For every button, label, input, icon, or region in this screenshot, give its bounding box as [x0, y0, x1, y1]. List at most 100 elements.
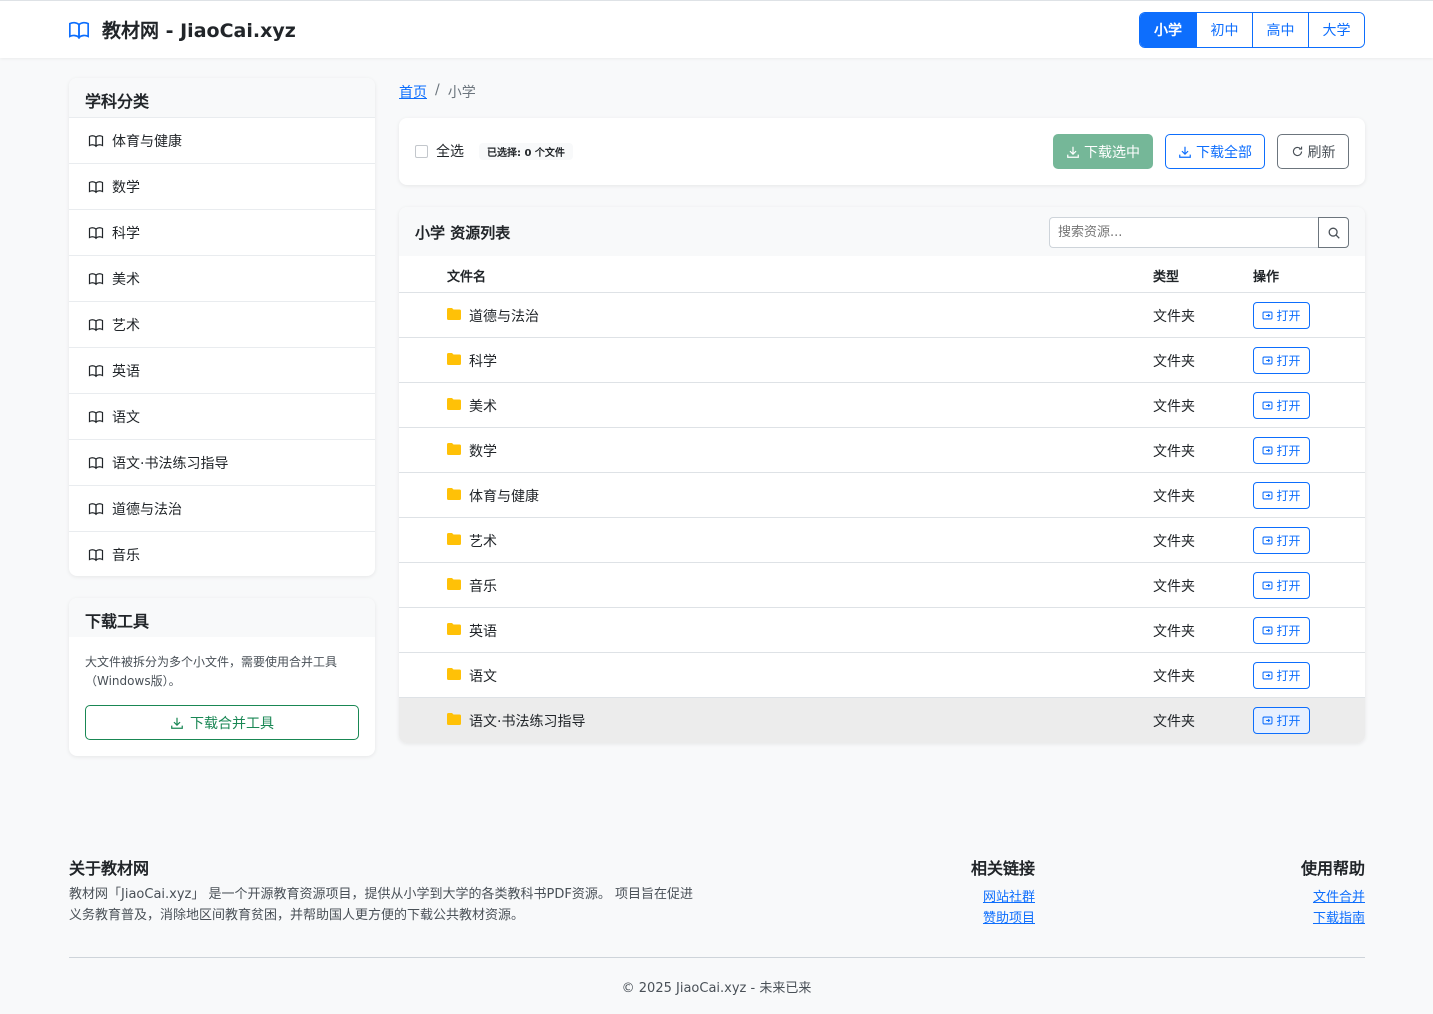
table-row[interactable]: 语文·书法练习指导 文件夹 打开: [399, 698, 1365, 743]
subjects-title: 学科分类: [69, 78, 375, 117]
footer-about-title: 关于教材网: [69, 859, 150, 878]
table-row[interactable]: 数学 文件夹 打开: [399, 428, 1365, 473]
sidebar-subject-item[interactable]: 科学: [69, 209, 375, 255]
action-toolbar: 全选 已选择: 0 个文件 下载选中 下载全部 刷新: [399, 118, 1365, 185]
search-box: [1049, 217, 1349, 248]
tools-title: 下载工具: [69, 598, 375, 637]
download-selected-button[interactable]: 下载选中: [1053, 134, 1153, 169]
search-button[interactable]: [1318, 217, 1349, 248]
selected-count-badge: 已选择: 0 个文件: [479, 143, 573, 160]
footer-link-sponsor[interactable]: 赞助项目: [983, 907, 1035, 926]
sidebar-subject-item[interactable]: 语文·书法练习指导: [69, 439, 375, 485]
table-row[interactable]: 艺术 文件夹 打开: [399, 518, 1365, 563]
footer-help-title: 使用帮助: [1301, 859, 1366, 878]
file-name[interactable]: 数学: [469, 441, 497, 461]
open-button[interactable]: 打开: [1253, 347, 1310, 374]
table-row[interactable]: 科学 文件夹 打开: [399, 338, 1365, 383]
footer-link-download-guide[interactable]: 下载指南: [1313, 907, 1365, 926]
footer-link-file-merge[interactable]: 文件合并: [1313, 886, 1365, 905]
sidebar-subject-item[interactable]: 道德与法治: [69, 485, 375, 531]
open-folder-icon: [1263, 626, 1273, 635]
open-button-label: 打开: [1276, 624, 1301, 638]
merge-button-label: 下载合并工具: [190, 715, 274, 732]
sidebar-subject-item[interactable]: 语文: [69, 393, 375, 439]
open-button[interactable]: 打开: [1253, 617, 1310, 644]
open-button[interactable]: 打开: [1253, 437, 1310, 464]
file-name[interactable]: 科学: [469, 351, 497, 371]
sidebar-subject-label: 艺术: [112, 317, 140, 334]
file-name[interactable]: 语文·书法练习指导: [469, 711, 585, 731]
subjects-card: 学科分类 体育与健康数学科学美术艺术英语语文语文·书法练习指导道德与法治 音乐: [69, 78, 375, 576]
file-type: 文件夹: [1153, 624, 1195, 640]
book-icon: [88, 502, 104, 515]
book-open-icon: [69, 21, 89, 39]
level-button-university[interactable]: 大学: [1308, 13, 1364, 47]
folder-icon: [447, 533, 461, 545]
download-icon: [1067, 146, 1079, 158]
site-brand[interactable]: 教材网 - JiaoCai.xyz: [68, 16, 296, 43]
breadcrumb: 首页 / 小学: [399, 82, 476, 102]
open-button[interactable]: 打开: [1253, 707, 1310, 734]
open-button[interactable]: 打开: [1253, 392, 1310, 419]
file-name[interactable]: 语文: [469, 666, 497, 686]
sidebar-subject-item[interactable]: 体育与健康: [69, 117, 375, 163]
download-all-button[interactable]: 下载全部: [1165, 134, 1265, 169]
sidebar-subject-item[interactable]: 音乐: [69, 531, 375, 576]
column-header-name: 文件名: [447, 270, 487, 285]
folder-icon: [447, 443, 461, 455]
sidebar-subject-item[interactable]: 艺术: [69, 301, 375, 347]
refresh-button[interactable]: 刷新: [1277, 134, 1349, 169]
sidebar-subject-label: 语文·书法练习指导: [112, 455, 229, 472]
folder-icon: [447, 353, 461, 365]
open-button[interactable]: 打开: [1253, 527, 1310, 554]
file-type: 文件夹: [1153, 534, 1195, 550]
table-row[interactable]: 美术 文件夹 打开: [399, 383, 1365, 428]
open-folder-icon: [1263, 536, 1273, 545]
table-row[interactable]: 音乐 文件夹 打开: [399, 563, 1365, 608]
open-folder-icon: [1263, 581, 1273, 590]
open-button[interactable]: 打开: [1253, 482, 1310, 509]
table-row[interactable]: 英语 文件夹 打开: [399, 608, 1365, 653]
column-header-type: 类型: [1153, 270, 1180, 285]
breadcrumb-separator: /: [435, 82, 440, 98]
open-folder-icon: [1263, 356, 1273, 365]
table-row[interactable]: 语文 文件夹 打开: [399, 653, 1365, 698]
file-type: 文件夹: [1153, 669, 1195, 685]
select-all[interactable]: 全选: [415, 141, 464, 161]
sidebar-subject-item[interactable]: 数学: [69, 163, 375, 209]
file-name[interactable]: 艺术: [469, 531, 497, 551]
table-row[interactable]: 道德与法治 文件夹 打开: [399, 293, 1365, 338]
level-button-senior[interactable]: 高中: [1252, 13, 1308, 47]
open-folder-icon: [1263, 401, 1273, 410]
footer-link-community[interactable]: 网站社群: [983, 886, 1035, 905]
site-title: 教材网 - JiaoCai.xyz: [102, 20, 296, 42]
level-button-primary[interactable]: 小学: [1140, 13, 1196, 47]
table-header: 文件名 类型 操作: [399, 256, 1365, 293]
download-merge-tool-button[interactable]: 下载合并工具: [85, 705, 359, 740]
table-row[interactable]: 体育与健康 文件夹 打开: [399, 473, 1365, 518]
search-input[interactable]: [1049, 217, 1318, 248]
sidebar-subject-item[interactable]: 英语: [69, 347, 375, 393]
book-icon: [88, 318, 104, 331]
select-all-label: 全选: [436, 144, 464, 160]
sidebar-subject-item[interactable]: 美术: [69, 255, 375, 301]
open-button[interactable]: 打开: [1253, 302, 1310, 329]
sidebar-subject-label: 数学: [112, 179, 140, 196]
breadcrumb-home-link[interactable]: 首页: [399, 82, 427, 102]
file-name[interactable]: 美术: [469, 396, 497, 416]
resource-list-card: 小学 资源列表 文件名 类型 操作 道德与法治文件夹打开科学文件夹打开美术文件夹…: [399, 207, 1365, 743]
sidebar-subject-label: 英语: [112, 363, 140, 380]
file-name[interactable]: 英语: [469, 621, 497, 641]
folder-icon: [447, 668, 461, 680]
level-button-junior[interactable]: 初中: [1196, 13, 1252, 47]
folder-icon: [447, 713, 461, 725]
subject-list: 体育与健康数学科学美术艺术英语语文语文·书法练习指导道德与法治 音乐: [69, 117, 375, 576]
open-button[interactable]: 打开: [1253, 572, 1310, 599]
file-name[interactable]: 体育与健康: [469, 486, 539, 506]
file-name[interactable]: 音乐: [469, 576, 497, 596]
open-button[interactable]: 打开: [1253, 662, 1310, 689]
file-name[interactable]: 道德与法治: [469, 306, 539, 326]
footer-divider: [69, 957, 1365, 958]
sidebar-subject-label: 科学: [112, 225, 140, 242]
select-all-checkbox[interactable]: [415, 144, 428, 158]
